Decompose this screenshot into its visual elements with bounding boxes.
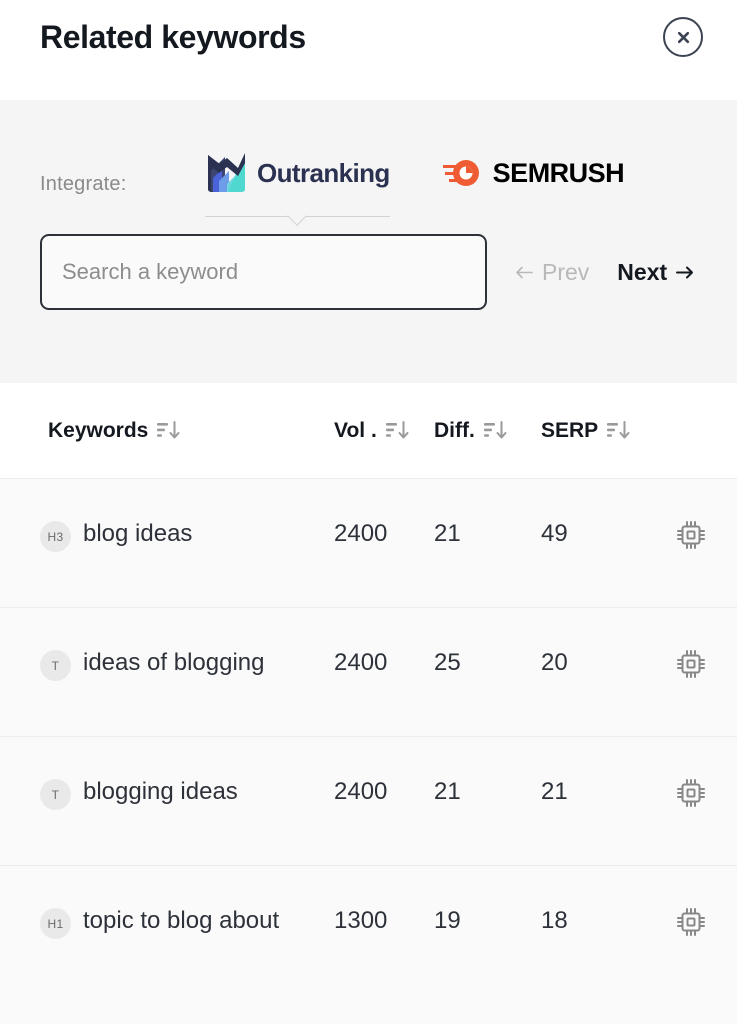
- serp-cell: 18: [541, 907, 568, 934]
- serp-cell: 49: [541, 520, 568, 547]
- vol-cell: 2400: [334, 520, 388, 547]
- arrow-left-icon: [516, 266, 533, 278]
- next-page-label: Next: [617, 258, 668, 285]
- action-cell: [651, 737, 731, 809]
- table-header-row: Keywords Vol . Diff. SERP: [0, 383, 737, 479]
- sort-descending-icon: [607, 421, 630, 439]
- search-input[interactable]: [40, 234, 487, 310]
- keyword-text: topic to blog about: [83, 907, 280, 934]
- column-header-serp-label: SERP: [541, 418, 599, 442]
- pagination-controls: Prev Next: [509, 255, 700, 290]
- column-header-diff[interactable]: Diff.: [434, 419, 541, 443]
- search-row: Prev Next: [0, 234, 737, 310]
- related-keywords-panel: Related keywords Integrate: Outranking S…: [0, 0, 737, 1024]
- table-row[interactable]: T blogging ideas 2400 21 21: [0, 737, 737, 866]
- close-circle-icon[interactable]: [663, 17, 703, 57]
- keyword-cell: H3 blog ideas: [40, 479, 334, 552]
- sort-descending-icon: [157, 421, 180, 439]
- diff-cell: 19: [434, 907, 461, 934]
- arrow-right-icon: [676, 266, 694, 278]
- vol-cell: 2400: [334, 778, 388, 805]
- table-body: H3 blog ideas 2400 21 49 T ideas of blog…: [0, 479, 737, 1024]
- integration-tab-semrush[interactable]: SEMRUSH: [442, 156, 625, 212]
- table-row[interactable]: T ideas of blogging 2400 25 20: [0, 608, 737, 737]
- integration-tab-outranking[interactable]: Outranking: [205, 147, 390, 226]
- prev-page-label: Prev: [542, 258, 590, 285]
- sort-descending-icon: [385, 421, 409, 439]
- next-page-button[interactable]: Next: [611, 255, 700, 290]
- serp-cell: 20: [541, 649, 568, 676]
- serp-cell: 21: [541, 778, 568, 805]
- vol-cell: 2400: [334, 649, 388, 676]
- cpu-chip-glyph: [677, 779, 705, 807]
- table-row[interactable]: H3 blog ideas 2400 21 49: [0, 479, 737, 608]
- cpu-chip-icon[interactable]: [675, 906, 707, 938]
- heading-tag-badge: H1: [40, 908, 71, 939]
- cpu-chip-glyph: [677, 908, 705, 936]
- outranking-logo-lockup: Outranking: [205, 147, 390, 199]
- integrate-row: Integrate: Outranking SEMRUSH: [0, 100, 737, 226]
- keyword-text: ideas of blogging: [83, 649, 265, 676]
- panel-header: Related keywords: [0, 0, 737, 100]
- keyword-text: blog ideas: [83, 520, 193, 547]
- semrush-logo-text: SEMRUSH: [492, 157, 625, 188]
- action-cell: [651, 866, 731, 938]
- action-cell: [651, 479, 731, 551]
- column-header-diff-label: Diff.: [434, 418, 475, 442]
- prev-page-button[interactable]: Prev: [509, 255, 595, 290]
- heading-tag-badge: H3: [40, 521, 71, 552]
- heading-tag-badge: T: [40, 779, 71, 810]
- cpu-chip-glyph: [677, 521, 705, 549]
- sort-descending-icon: [483, 421, 507, 439]
- keyword-cell: H1 topic to blog about: [40, 866, 334, 939]
- table-row[interactable]: H1 topic to blog about 1300 19 18: [0, 866, 737, 995]
- diff-cell: 21: [434, 520, 461, 547]
- diff-cell: 21: [434, 778, 461, 805]
- integration-search-band: Integrate: Outranking SEMRUSH Search a k…: [0, 100, 737, 383]
- cpu-chip-icon[interactable]: [675, 777, 707, 809]
- keyword-cell: T ideas of blogging: [40, 608, 334, 681]
- outranking-logo-icon: [208, 153, 245, 192]
- column-header-keywords[interactable]: Keywords: [48, 419, 334, 443]
- heading-tag-badge: T: [40, 650, 71, 681]
- keyword-text: blogging ideas: [83, 778, 238, 805]
- column-header-vol-label: Vol .: [334, 418, 377, 442]
- keyword-cell: T blogging ideas: [40, 737, 334, 810]
- column-header-keywords-label: Keywords: [48, 418, 149, 442]
- cpu-chip-icon[interactable]: [675, 519, 707, 551]
- integrate-label: Integrate:: [40, 172, 127, 195]
- tab-selected-notch: [287, 206, 308, 226]
- semrush-comet-icon: [442, 160, 479, 186]
- action-cell: [651, 608, 731, 680]
- diff-cell: 25: [434, 649, 461, 676]
- cpu-chip-glyph: [677, 650, 705, 678]
- cpu-chip-icon[interactable]: [675, 648, 707, 680]
- page-title: Related keywords: [40, 19, 306, 55]
- column-header-vol[interactable]: Vol .: [334, 419, 434, 443]
- column-header-serp[interactable]: SERP: [541, 419, 651, 443]
- vol-cell: 1300: [334, 907, 388, 934]
- close-x-icon: [677, 31, 689, 43]
- outranking-logo-text: Outranking: [257, 157, 390, 188]
